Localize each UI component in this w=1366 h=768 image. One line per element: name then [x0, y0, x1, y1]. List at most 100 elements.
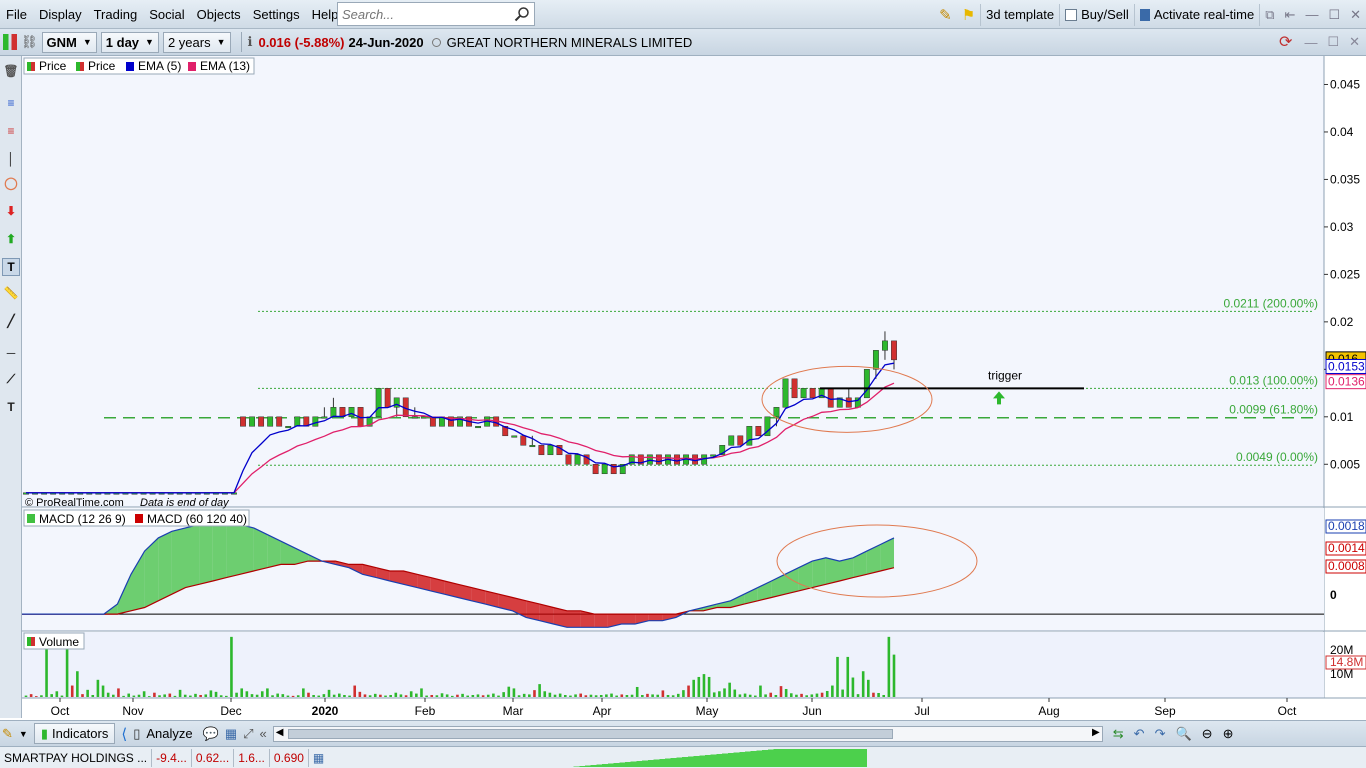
status-change: -9.4... [152, 748, 192, 767]
ruler-icon[interactable]: 📏 [2, 284, 20, 302]
back-icon[interactable]: ⇤ [1280, 4, 1301, 26]
volume-bar [892, 654, 896, 697]
indicators-button[interactable]: ▮ Indicators [33, 723, 116, 744]
info-icon[interactable]: ℹ [248, 34, 253, 50]
chart-canvas[interactable]: 0.0211 (200.00%) 0.013 (100.00%) 0.0099 (6… [22, 56, 1366, 720]
phone-icon[interactable]: ▯ [133, 726, 140, 742]
legend-price-2[interactable]: Price [88, 59, 116, 73]
macd-fill-segment [171, 527, 186, 595]
menu-display[interactable]: Display [33, 7, 88, 22]
volume-bar [461, 693, 464, 697]
legend-volume[interactable]: Volume [39, 635, 79, 649]
menu-file[interactable]: File [0, 7, 33, 22]
redo-icon[interactable]: ↷ [1155, 726, 1166, 742]
volume-bar [379, 694, 382, 697]
menu-objects[interactable]: Objects [191, 7, 247, 22]
candle-body [321, 416, 328, 419]
volume-bar [718, 691, 721, 697]
candle-body [420, 416, 427, 419]
maximize-icon[interactable]: ☐ [1323, 4, 1345, 26]
legend-swatch-price2-down [80, 62, 84, 71]
arrow-up-icon[interactable]: ⬆ [2, 230, 20, 248]
vertical-line-icon[interactable]: │ [2, 150, 20, 168]
refresh-icon[interactable]: ⟳ [1279, 32, 1292, 52]
sync-icon[interactable]: ⇆ [1113, 726, 1124, 742]
trendline-tool-icon[interactable]: ╱ [2, 312, 20, 330]
time-scrollbar[interactable]: ◀ ▶ [272, 725, 1103, 742]
link-icon[interactable]: ⛓ [21, 34, 38, 50]
arrow-down-icon[interactable]: ⬇ [2, 202, 20, 220]
legend-swatch-ema13 [188, 62, 196, 71]
scroll-thumb[interactable] [287, 728, 893, 739]
draw-pencil-icon[interactable]: ✎ [2, 726, 13, 742]
realtime-button[interactable]: Activate real-time [1133, 3, 1259, 26]
close-icon[interactable]: ✕ [1345, 4, 1366, 26]
status-ticker[interactable]: SMARTPAY HOLDINGS ... [0, 748, 153, 767]
panel-maximize-icon[interactable]: ☐ [1327, 34, 1339, 50]
comment-icon[interactable]: 💬 [203, 726, 219, 742]
candle-style-icon[interactable] [3, 34, 17, 50]
chart-area[interactable]: 0.0211 (200.00%) 0.013 (100.00%) 0.0099 (6… [22, 56, 1366, 720]
time-axis-label: Dec [220, 704, 241, 718]
candle-body [592, 464, 599, 475]
scroll-right-icon[interactable]: ▶ [1092, 727, 1100, 738]
ellipse-tool-icon[interactable]: ◯ [2, 174, 20, 192]
volume-bar [697, 676, 701, 697]
menu-trading[interactable]: Trading [88, 7, 144, 22]
menu-social[interactable]: Social [143, 7, 190, 22]
volume-bar [512, 688, 516, 697]
scroll-left-icon[interactable]: ◀ [276, 727, 284, 738]
detach-icon[interactable]: ⧉ [1259, 3, 1279, 26]
panel-minimize-icon[interactable]: — [1304, 35, 1317, 50]
legend-macd-fast[interactable]: MACD (12 26 9) [39, 512, 126, 526]
volume-bar [635, 686, 639, 697]
trash-icon[interactable]: 🗑 [2, 62, 20, 80]
legend-ema5[interactable]: EMA (5) [138, 59, 181, 73]
macd-fill-segment [812, 557, 826, 588]
flag-icon[interactable]: ⚑ [957, 4, 980, 26]
fib-red-tool-icon[interactable]: ≡ [2, 122, 20, 140]
fib-blue-tool-icon[interactable]: ≡ [2, 94, 20, 112]
legend-ema13[interactable]: EMA (13) [200, 59, 250, 73]
zoom-in-icon[interactable]: ⊕ [1223, 726, 1234, 742]
text-label-icon[interactable]: T [2, 398, 20, 416]
volume-bar [836, 656, 839, 697]
status-value-2: 1.6... [234, 748, 270, 767]
template-button[interactable]: 3d template [980, 3, 1059, 26]
volume-bar [420, 688, 423, 697]
buysell-checkbox[interactable] [1065, 8, 1078, 21]
text-tool-icon[interactable]: T [2, 258, 20, 276]
pencil-icon[interactable]: ✎ [934, 4, 957, 26]
volume-bar [183, 694, 187, 697]
legend-price[interactable]: Price [39, 59, 67, 73]
volume-axis-label: 10M [1330, 667, 1353, 681]
minimize-icon[interactable]: — [1300, 4, 1323, 26]
horizontal-line-icon[interactable]: ─ [2, 344, 20, 362]
status-chart-icon[interactable]: ▦ [313, 751, 324, 765]
menu-settings[interactable]: Settings [247, 7, 306, 22]
legend-macd-slow[interactable]: MACD (60 120 40) [147, 512, 247, 526]
analyze-button[interactable]: Analyze [146, 726, 192, 741]
undo-icon[interactable]: ↶ [1134, 726, 1145, 742]
candle-body [520, 435, 527, 446]
search-icon[interactable] [514, 6, 530, 22]
volume-bar [754, 695, 757, 697]
volume-bar [502, 692, 505, 697]
ticker-select[interactable]: GNM ▼ [41, 31, 97, 53]
zoom-area-icon[interactable]: 🔍 [1175, 726, 1191, 742]
search-input[interactable] [338, 4, 508, 24]
volume-bar [76, 671, 79, 697]
segment-tool-icon[interactable]: ⟋ [2, 370, 20, 388]
chevron-down-icon: ▼ [145, 37, 154, 47]
zoom-out-icon[interactable]: ⊖ [1202, 726, 1213, 742]
expand-icon[interactable]: ⤢ [243, 726, 253, 742]
panel-close-icon[interactable]: ✕ [1349, 34, 1360, 50]
interval-select[interactable]: 1 day ▼ [100, 31, 159, 53]
share-icon[interactable]: ⟨ [121, 725, 127, 743]
volume-bar [245, 691, 249, 697]
range-select[interactable]: 2 years ▼ [162, 31, 231, 53]
chevron-down-icon[interactable]: ▼ [19, 729, 28, 739]
chart-settings-icon[interactable]: ▦ [225, 726, 237, 742]
buysell-toggle[interactable]: Buy/Sell [1059, 3, 1134, 26]
scroll-left-fast-icon[interactable]: « [260, 726, 267, 741]
